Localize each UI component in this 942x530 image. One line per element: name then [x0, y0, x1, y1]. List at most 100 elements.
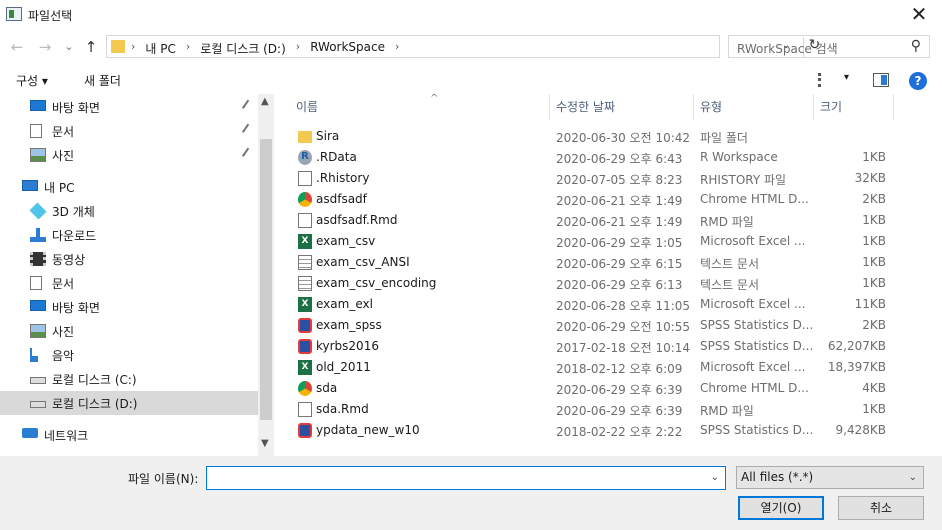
file-row[interactable]: exam_csv_ANSI 2020-06-29 오후 6:15 텍스트 문서 1KB — [274, 252, 894, 273]
sidebar-item-label: 음악 — [52, 349, 75, 363]
preview-pane-icon[interactable] — [873, 73, 889, 87]
search-box[interactable]: RWorkSpace 검색 ⚲ — [728, 35, 930, 58]
sidebar-item[interactable]: 다운로드 — [0, 223, 258, 247]
file-row[interactable]: .Rhistory 2020-07-05 오후 8:23 RHISTORY 파일 32… — [274, 168, 894, 189]
file-name: .RData — [316, 150, 357, 164]
file-row[interactable]: Sira 2020-06-30 오전 10:42 파일 폴더 — [274, 126, 894, 147]
file-row[interactable]: kyrbs2016 2017-02-18 오전 10:14 SPSS Statist… — [274, 336, 894, 357]
window-title: 파일선택 — [28, 9, 73, 23]
scroll-up-icon[interactable]: ▲ — [261, 96, 269, 107]
file-row[interactable]: Xexam_exl 2020-06-28 오후 11:05 Microsoft Ex… — [274, 294, 894, 315]
sidebar-item-label: 사진 — [52, 149, 75, 163]
new-folder-button[interactable]: 새 폴더 — [84, 72, 121, 89]
column-date[interactable]: 수정한 날짜 — [550, 94, 694, 120]
file-row[interactable]: ypdata_new_w10 2018-02-22 오후 2:22 SPSS Sta… — [274, 420, 894, 441]
text-file-icon — [298, 276, 312, 291]
sidebar-item-label: 바탕 화면 — [52, 101, 100, 115]
sidebar-item[interactable]: 문서 — [0, 119, 258, 143]
sidebar-item[interactable]: 로컬 디스크 (C:) — [0, 367, 258, 391]
sidebar-item[interactable]: 바탕 화면 — [0, 95, 258, 119]
sidebar-item[interactable]: 내 PC — [0, 175, 258, 199]
file-size: 32KB — [854, 171, 886, 185]
sidebar-item[interactable]: 동영상 — [0, 247, 258, 271]
file-size: 11KB — [854, 297, 886, 311]
file-name: exam_exl — [316, 297, 373, 311]
breadcrumb-drive-d[interactable]: 로컬 디스크 (D:) — [200, 40, 285, 57]
file-size: 1KB — [862, 402, 886, 416]
sidebar-item-label: 로컬 디스크 (C:) — [52, 373, 137, 387]
file-size: 2KB — [862, 192, 886, 206]
view-options-icon[interactable] — [818, 73, 836, 87]
sidebar-item[interactable]: 네트워크 — [0, 423, 258, 447]
forward-button[interactable]: → — [36, 38, 54, 56]
address-bar[interactable]: › 내 PC › 로컬 디스크 (D:) › RWorkSpace › ⌄ ↻ — [106, 35, 820, 58]
file-name: sda — [316, 381, 338, 395]
drive-icon — [30, 377, 46, 384]
scrollbar-thumb[interactable] — [260, 139, 272, 420]
breadcrumb-pc[interactable]: 내 PC — [145, 40, 175, 57]
file-type: RMD 파일 — [700, 404, 754, 418]
file-row[interactable]: Xold_2011 2018-02-12 오후 6:09 Microsoft Exc… — [274, 357, 894, 378]
breadcrumb-separator: › — [295, 40, 301, 53]
search-icon[interactable]: ⚲ — [911, 38, 921, 54]
filename-dropdown-icon[interactable]: ⌄ — [711, 472, 719, 483]
open-button[interactable]: 열기(O) — [738, 496, 824, 520]
file-name: asdfsadf.Rmd — [316, 213, 398, 227]
file-type: Microsoft Excel ... — [700, 360, 806, 374]
filename-input[interactable]: ⌄ — [206, 466, 726, 490]
folder-icon — [298, 131, 312, 143]
file-type: SPSS Statistics D... — [700, 339, 814, 353]
file-row[interactable]: R .RData 2020-06-29 오후 6:43 R Workspace 1KB — [274, 147, 894, 168]
breadcrumb-rworkspace[interactable]: RWorkSpace — [310, 40, 385, 57]
file-row[interactable]: sda 2020-06-29 오후 6:39 Chrome HTML D... 4KB — [274, 378, 894, 399]
file-size: 62,207KB — [827, 339, 886, 353]
file-name: exam_csv — [316, 234, 376, 248]
up-button[interactable]: ↑ — [82, 38, 100, 56]
pictures-icon — [30, 324, 46, 338]
sidebar-item[interactable]: 바탕 화면 — [0, 295, 258, 319]
file-name: Sira — [316, 129, 340, 143]
help-icon[interactable]: ? — [909, 72, 927, 90]
file-date: 2018-02-22 오후 2:22 — [556, 425, 683, 439]
documents-icon — [30, 276, 42, 290]
scroll-down-icon[interactable]: ▼ — [261, 438, 269, 449]
file-type: 텍스트 문서 — [700, 278, 760, 292]
sidebar-item-label: 사진 — [52, 325, 75, 339]
sidebar-item[interactable]: 로컬 디스크 (D:) — [0, 391, 258, 415]
sidebar-item[interactable]: 음악 — [0, 343, 258, 367]
file-date: 2020-06-29 오후 1:05 — [556, 236, 683, 250]
file-row[interactable]: exam_csv_encoding 2020-06-29 오후 6:13 텍스트 문… — [274, 273, 894, 294]
text-file-icon — [298, 255, 312, 270]
column-name[interactable]: 이름 ^ — [290, 93, 550, 120]
sidebar-item-label: 3D 개체 — [52, 205, 95, 219]
view-dropdown-icon[interactable]: ▾ — [844, 72, 849, 83]
sidebar-item-label: 로컬 디스크 (D:) — [52, 397, 138, 411]
file-row[interactable]: sda.Rmd 2020-06-29 오후 6:39 RMD 파일 1KB — [274, 399, 894, 420]
organize-button[interactable]: 구성 ▾ — [16, 72, 48, 89]
file-date: 2020-06-29 오전 10:55 — [556, 320, 691, 334]
column-type[interactable]: 유형 — [694, 94, 814, 120]
sidebar-item[interactable]: 문서 — [0, 271, 258, 295]
file-size: 9,428KB — [835, 423, 886, 437]
file-row[interactable]: asdfsadf.Rmd 2020-06-21 오후 1:49 RMD 파일 1KB — [274, 210, 894, 231]
back-button[interactable]: ← — [8, 38, 26, 56]
desktop-icon — [30, 100, 46, 111]
sidebar-item[interactable]: 사진 — [0, 143, 258, 167]
sidebar-item[interactable]: 사진 — [0, 319, 258, 343]
file-size: 18,397KB — [827, 360, 886, 374]
sidebar-scrollbar[interactable]: ▲ ▼ — [258, 94, 274, 456]
folder-icon — [111, 40, 125, 53]
column-size[interactable]: 크기 — [814, 94, 894, 120]
file-date: 2018-02-12 오후 6:09 — [556, 362, 683, 376]
file-type-filter[interactable]: All files (*.*) ⌄ — [736, 466, 924, 489]
file-name: .Rhistory — [316, 171, 370, 185]
file-row[interactable]: Xexam_csv 2020-06-29 오후 1:05 Microsoft Exc… — [274, 231, 894, 252]
sidebar-item-label: 문서 — [52, 125, 75, 139]
cancel-button[interactable]: 취소 — [838, 496, 924, 520]
file-row[interactable]: exam_spss 2020-06-29 오전 10:55 SPSS Statist… — [274, 315, 894, 336]
sidebar-item[interactable]: 3D 개체 — [0, 199, 258, 223]
close-button[interactable]: ✕ — [896, 0, 942, 30]
navigation-pane: 바탕 화면 문서 사진 내 PC 3D 개체 다운로드 동영상 문서 바탕 화면 사진 음악 로컬 디… — [0, 94, 258, 456]
file-row[interactable]: asdfsadf 2020-06-21 오후 1:49 Chrome HTML D.… — [274, 189, 894, 210]
recent-locations-button[interactable]: ⌄ — [60, 38, 78, 56]
